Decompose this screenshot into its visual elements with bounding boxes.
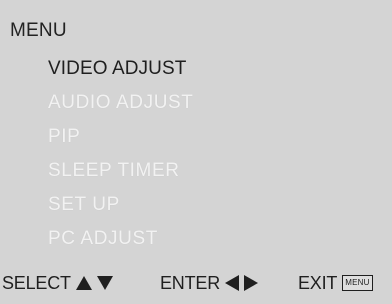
menu-item-set-up[interactable]: SET UP [48,188,194,222]
select-hint: SELECT [2,270,113,296]
enter-hint: ENTER [160,270,259,296]
menu-item-pip[interactable]: PIP [48,120,194,154]
menu-title: MENU [10,20,67,41]
osd-menu-screen: MENU VIDEO ADJUST AUDIO ADJUST PIP SLEEP… [0,0,392,304]
down-triangle-icon [96,275,113,290]
menu-item-audio-adjust[interactable]: AUDIO ADJUST [48,86,194,120]
menu-item-sleep-timer[interactable]: SLEEP TIMER [48,154,194,188]
footer-hints: SELECT ENTER EXIT MENU [0,270,392,296]
menu-key-icon: MENU [342,274,373,291]
left-triangle-icon [225,274,240,291]
exit-hint: EXIT MENU [298,270,373,296]
right-triangle-icon [244,274,259,291]
menu-item-pc-adjust[interactable]: PC ADJUST [48,222,194,256]
enter-label: ENTER [160,273,221,293]
menu-item-video-adjust[interactable]: VIDEO ADJUST [48,52,194,86]
up-triangle-icon [75,275,92,290]
select-label: SELECT [2,273,71,293]
exit-label: EXIT [298,273,338,293]
menu-list: VIDEO ADJUST AUDIO ADJUST PIP SLEEP TIME… [48,52,194,256]
